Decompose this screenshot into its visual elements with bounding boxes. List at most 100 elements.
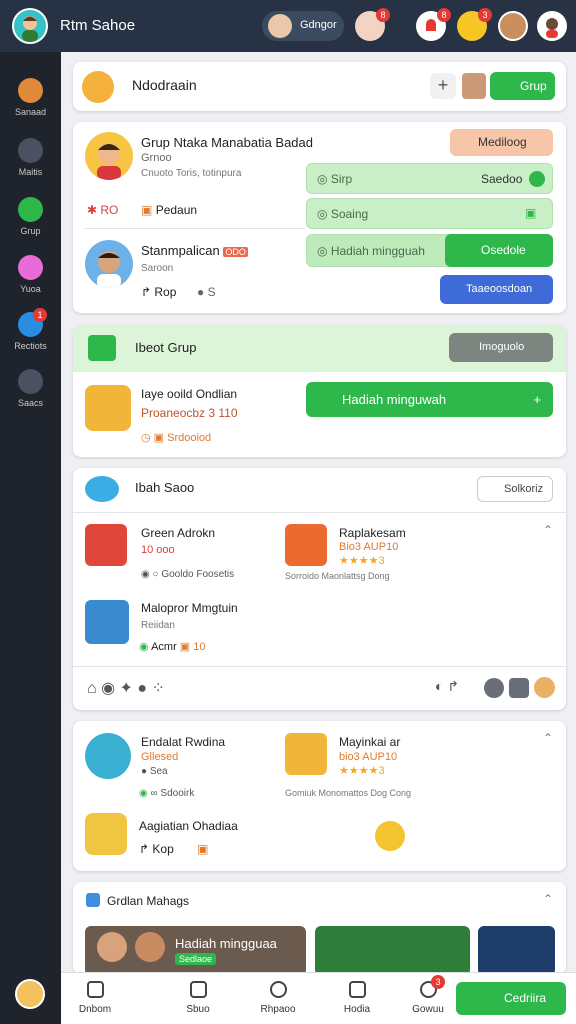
row-soaing-text: Soaing	[330, 207, 369, 221]
row-soaing[interactable]: ◎ Soaing ▣	[306, 198, 553, 229]
sidebar-item-group[interactable]: Grup	[0, 191, 61, 245]
item1-meta: ◉ ○ Gooldo Foosetis	[141, 569, 235, 580]
badge-icon	[85, 813, 127, 855]
add-button[interactable]: +	[430, 73, 456, 99]
emoji-badge: 3	[478, 8, 492, 22]
sidebar-item-label: Saacs	[17, 398, 43, 408]
item5-meta: Gomiuk Monomattos Dog Cong	[285, 788, 412, 798]
item1-meta-text: Gooldo Foosetis	[161, 569, 235, 580]
sidebar-item-home[interactable]: Sanaad	[0, 72, 61, 126]
item3-stats: ◉ Acmr ▣ 10	[139, 641, 206, 653]
item5-price: bio3 AUP10	[339, 751, 398, 763]
blue-button[interactable]: Taaeoosdoan	[440, 275, 553, 304]
nav-label: Dnbom	[78, 1004, 112, 1015]
top-card: Ndodraain + Grup	[73, 62, 566, 111]
group-button-label: Grup	[520, 79, 547, 93]
list-card-title: Ibah Saoo	[135, 480, 195, 495]
item3-sub: Reiidan	[141, 620, 175, 631]
group-item-price: Proaneocbz 3 110	[141, 406, 238, 420]
media-card: Grdlan Mahags ⌃ Hadiah mingguaa Sedlaoe	[73, 882, 566, 974]
user-bottom-avatar[interactable]	[15, 979, 45, 1009]
check-icon: ◉	[139, 641, 149, 653]
solkoriz-button[interactable]: Solkoriz	[477, 476, 553, 502]
collapse-icon[interactable]: ⌃	[543, 892, 553, 906]
sidebar-item-label: Grup	[20, 226, 41, 236]
mediloog-button[interactable]: Mediloog	[450, 129, 553, 156]
member-avatar[interactable]	[534, 677, 555, 698]
nav-label: Hodia	[343, 1004, 371, 1015]
toolbar-right-icons[interactable]: ◐ ↱	[435, 678, 459, 695]
box-icon	[85, 600, 129, 644]
row-weekly-reward[interactable]: ◎ Hadiah mingguah Osedole	[306, 234, 553, 267]
nav-label: Gowuu	[412, 1004, 444, 1015]
item5-rating: ★★★★3	[339, 765, 385, 777]
app-title: Rtm Sahoe	[60, 17, 136, 34]
nav-label: Sbuo	[186, 1004, 210, 1015]
nav-explore[interactable]: Sbuo	[164, 973, 232, 1024]
media-tile-game[interactable]	[315, 926, 470, 974]
member-avatar[interactable]	[462, 73, 486, 99]
group-card: Ibeot Grup Imoguolo Iaye ooild Ondlian P…	[73, 325, 566, 457]
nav-media[interactable]: Hodia	[323, 973, 391, 1024]
sidebar-item-mascot[interactable]: Yuoa	[0, 249, 61, 303]
item4-sub: Gllesed	[141, 751, 179, 763]
nav-search[interactable]: Rhpaoo	[244, 973, 312, 1024]
member-avatar[interactable]	[509, 678, 529, 698]
sidebar-item-settings[interactable]: Saacs	[0, 363, 61, 417]
collapse-icon[interactable]: ⌃	[543, 523, 553, 537]
item3-stat2: 10	[193, 641, 206, 653]
bottom-nav: Dnbom Sbuo Rhpaoo Hodia 3 Gowuu Cedriira	[61, 972, 576, 1024]
profile-avatar[interactable]	[498, 11, 528, 41]
primary-action-button[interactable]: Cedriira	[456, 982, 566, 1015]
home-icon	[18, 78, 43, 103]
item4-extra: ◉ ∞ Sdooirk	[139, 788, 195, 799]
user-chip[interactable]: Gdngor	[262, 11, 344, 41]
media-tile-compass[interactable]	[478, 926, 555, 974]
group-flag-icon	[88, 335, 116, 361]
group-button[interactable]: Grup	[490, 72, 555, 100]
sidebar-item-label: Sanaad	[14, 107, 47, 117]
solkoriz-label: Solkoriz	[504, 483, 544, 495]
group-item-status-text: Srdooiod	[167, 432, 212, 444]
nav-label: Rhpaoo	[260, 1004, 296, 1015]
media-card-title: Grdlan Mahags	[107, 894, 190, 908]
collapse-icon[interactable]: ⌃	[543, 731, 553, 745]
emoji-icon[interactable]: 3	[457, 8, 492, 41]
gift-box-icon	[285, 524, 327, 566]
row-sirp[interactable]: ◎ Sirp Saedoo	[306, 163, 553, 194]
sidebar: Sanaad Maitis Grup Yuoa 1 Rectiots Saacs	[0, 52, 61, 1024]
divider	[73, 512, 566, 513]
nav-home[interactable]: Dnbom	[61, 973, 129, 1024]
item2-price: Bio3 AUP10	[339, 541, 399, 553]
profile-subtitle: Grnoo	[141, 152, 172, 164]
friend-avatar[interactable]: 8	[355, 8, 390, 41]
nav-badge: 3	[431, 975, 445, 989]
item4-extra-text: Sdooirk	[160, 788, 195, 799]
weekly-reward-button[interactable]: Hadiah minguwah +	[306, 382, 553, 417]
osedole-button[interactable]: Osedole	[445, 234, 553, 267]
person3-avatar	[85, 733, 131, 779]
member-avatar[interactable]	[484, 678, 504, 698]
user-chip-label: Gdngor	[300, 19, 337, 31]
row-sirp-label: ◎ Sirp	[317, 172, 353, 186]
notification-badge: 8	[437, 8, 451, 22]
stat-calendar: ▣ Pedaun	[141, 203, 197, 217]
app-logo[interactable]	[12, 8, 48, 44]
group-people-icon	[85, 476, 119, 502]
divider	[85, 228, 305, 229]
media-tile-weekly[interactable]: Hadiah mingguaa Sedlaoe	[85, 926, 306, 974]
item2-rating: ★★★★3	[339, 555, 385, 567]
notification-icon[interactable]: 8	[416, 8, 451, 41]
coin-icon[interactable]	[375, 821, 405, 851]
item6-stat: ↱ Kop ▣	[139, 842, 209, 856]
person2-stat1: ↱ Rop	[141, 285, 177, 299]
sidebar-item-notifications[interactable]: 1 Rectiots	[0, 306, 61, 360]
group-gray-button[interactable]: Imoguolo	[449, 333, 553, 362]
nav-notifications[interactable]: 3 Gowuu	[394, 973, 462, 1024]
sidebar-item-chat[interactable]: Maitis	[0, 132, 61, 186]
explore-icon	[190, 981, 207, 998]
toolbar-icons[interactable]: ⌂ ◉ ✦ ● ⁘	[87, 678, 165, 698]
person2-stat2: ● S	[197, 285, 216, 299]
row-soaing-label: ◎ Soaing	[317, 207, 369, 221]
account-avatar[interactable]	[537, 11, 567, 41]
